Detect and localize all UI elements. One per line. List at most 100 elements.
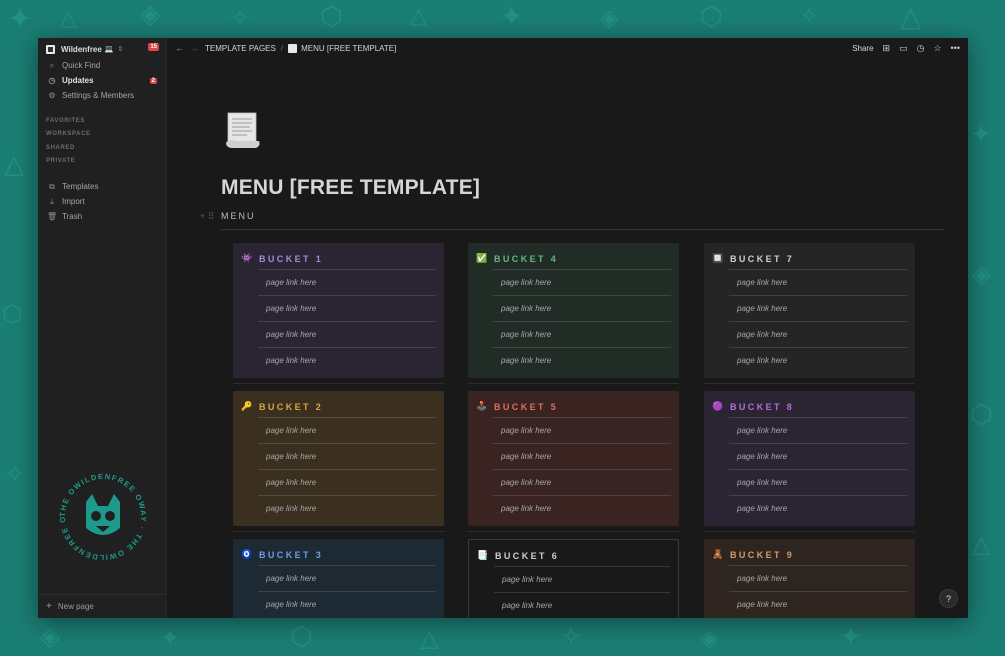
bucket-emoji-icon[interactable]: 👾	[241, 253, 253, 265]
bucket-card[interactable]: 🧿 BUCKET 3 page link here page link here	[233, 539, 444, 618]
updates-badge: 2	[149, 77, 157, 84]
page-link[interactable]: page link here	[493, 347, 671, 373]
bucket-title[interactable]: BUCKET 7	[730, 254, 794, 264]
bucket-title[interactable]: BUCKET 2	[259, 402, 323, 412]
bucket-emoji-icon[interactable]: 🧸	[712, 549, 724, 561]
sidebar-item-settings[interactable]: ⚙ Settings & Members	[38, 88, 166, 103]
plus-icon: +	[46, 601, 52, 612]
section-shared[interactable]: SHARED	[46, 145, 75, 151]
bucket-header: 🧿 BUCKET 3	[241, 547, 436, 562]
section-workspace[interactable]: WORKSPACE	[46, 131, 91, 137]
page-link[interactable]: page link here	[729, 443, 907, 469]
page-link[interactable]: page link here	[729, 417, 907, 443]
new-page-button[interactable]: + New page	[38, 594, 166, 618]
breadcrumb-current[interactable]: MENU [FREE TEMPLATE]	[301, 44, 396, 53]
page-link[interactable]: page link here	[258, 495, 436, 521]
more-icon[interactable]: •••	[951, 43, 960, 53]
sidebar-item-import[interactable]: ⤓ Import	[38, 194, 166, 209]
page-link[interactable]: page link here	[729, 565, 907, 591]
sidebar-item-label: Import	[62, 197, 85, 206]
back-arrow-icon[interactable]: ←	[175, 43, 184, 53]
bucket-card[interactable]: 🟣 BUCKET 8 page link here page link here pag…	[704, 391, 915, 526]
page-link[interactable]: page link here	[493, 321, 671, 347]
bucket-card[interactable]: 🧸 BUCKET 9 page link here page link here	[704, 539, 915, 618]
scroll-page-icon[interactable]	[223, 110, 263, 150]
page-link[interactable]: page link here	[258, 417, 436, 443]
workspace-switcher[interactable]: Wildenfree 💻 ⇕	[38, 39, 166, 59]
bucket-emoji-icon[interactable]: ✅	[476, 253, 488, 265]
page-link[interactable]: page link here	[258, 295, 436, 321]
page-link[interactable]: page link here	[493, 269, 671, 295]
section-private[interactable]: PRIVATE	[46, 158, 75, 164]
page-link[interactable]: page link here	[729, 469, 907, 495]
bucket-title[interactable]: BUCKET 3	[259, 550, 323, 560]
bucket-header: 🔲 BUCKET 7	[712, 251, 907, 266]
row-divider	[468, 531, 679, 532]
bucket-card[interactable]: ✅ BUCKET 4 page link here page link here pag…	[468, 243, 679, 378]
section-favorites[interactable]: FAVORITES	[46, 118, 85, 124]
page-link[interactable]: page link here	[258, 591, 436, 617]
sidebar-item-templates[interactable]: ⧉ Templates	[38, 179, 166, 194]
page-title[interactable]: MENU [FREE TEMPLATE]	[221, 176, 480, 200]
page-link[interactable]: page link here	[258, 565, 436, 591]
page-link[interactable]: page link here	[258, 469, 436, 495]
page-link[interactable]: page link here	[493, 495, 671, 521]
page-link[interactable]: page link here	[493, 295, 671, 321]
bucket-card[interactable]: 🕹️ BUCKET 5 page link here page link here pa…	[468, 391, 679, 526]
page-link[interactable]: page link here	[493, 469, 671, 495]
laptop-icon: 💻	[104, 46, 114, 53]
page-link[interactable]: page link here	[494, 592, 670, 618]
page-link[interactable]: page link here	[493, 417, 671, 443]
sidebar-item-updates[interactable]: ◷ Updates 2	[38, 73, 166, 88]
page-link[interactable]: page link here	[493, 443, 671, 469]
page-link[interactable]: page link here	[729, 347, 907, 373]
bucket-links: page link here page link here page link he…	[258, 269, 436, 373]
bucket-title[interactable]: BUCKET 1	[259, 254, 323, 264]
bucket-card[interactable]: 🔑 BUCKET 2 page link here page link here pag…	[233, 391, 444, 526]
bucket-title[interactable]: BUCKET 8	[730, 402, 794, 412]
page-link[interactable]: page link here	[258, 347, 436, 373]
bucket-links: page link here page link here page link he…	[729, 269, 907, 373]
sidebar-item-trash[interactable]: 🗑 Trash	[38, 209, 166, 224]
share-button[interactable]: Share	[852, 44, 873, 53]
drag-handle-icon[interactable]: + ⠿	[200, 211, 214, 222]
bucket-emoji-icon[interactable]: 📑	[477, 550, 489, 562]
bucket-links: page link here page link here	[729, 565, 907, 617]
notification-badge[interactable]: 15	[148, 43, 159, 51]
history-icon[interactable]: ◷	[917, 43, 925, 54]
comment-icon[interactable]: ▭	[899, 43, 908, 54]
breadcrumb-separator: /	[280, 43, 284, 53]
sidebar-item-label: Quick Find	[62, 61, 101, 70]
page-link[interactable]: page link here	[729, 295, 907, 321]
page-link[interactable]: page link here	[258, 321, 436, 347]
help-button[interactable]: ?	[939, 589, 958, 608]
breadcrumb-parent[interactable]: TEMPLATE PAGES	[205, 44, 276, 53]
page-link[interactable]: page link here	[258, 443, 436, 469]
bucket-links: page link here page link here	[258, 565, 436, 617]
bucket-emoji-icon[interactable]: 🟣	[712, 401, 724, 413]
bucket-card[interactable]: 🔲 BUCKET 7 page link here page link here pag…	[704, 243, 915, 378]
page-link[interactable]: page link here	[729, 495, 907, 521]
bucket-title[interactable]: BUCKET 9	[730, 550, 794, 560]
bucket-title[interactable]: BUCKET 4	[494, 254, 558, 264]
bucket-title[interactable]: BUCKET 6	[495, 551, 559, 561]
sidebar-nav: ⌕ Quick Find ◷ Updates 2 ⚙ Settings & Me…	[38, 58, 166, 103]
page-link[interactable]: page link here	[729, 591, 907, 617]
sidebar-item-quick-find[interactable]: ⌕ Quick Find	[38, 58, 166, 73]
page-link[interactable]: page link here	[258, 269, 436, 295]
page-link[interactable]: page link here	[729, 269, 907, 295]
bucket-card[interactable]: 👾 BUCKET 1 page link here page link here pag…	[233, 243, 444, 378]
star-icon[interactable]: ☆	[933, 43, 941, 54]
bucket-emoji-icon[interactable]: 🧿	[241, 549, 253, 561]
bucket-emoji-icon[interactable]: 🔑	[241, 401, 253, 413]
page-link[interactable]: page link here	[494, 566, 670, 592]
section-heading[interactable]: MENU	[221, 211, 256, 221]
row-divider	[704, 531, 915, 532]
page-link[interactable]: page link here	[729, 321, 907, 347]
forward-arrow-icon[interactable]: →	[190, 43, 199, 53]
grid-icon[interactable]: ⊞	[883, 43, 891, 54]
bucket-card[interactable]: 📑 BUCKET 6 page link here page link here	[468, 539, 679, 618]
bucket-emoji-icon[interactable]: 🕹️	[476, 401, 488, 413]
bucket-title[interactable]: BUCKET 5	[494, 402, 558, 412]
bucket-emoji-icon[interactable]: 🔲	[712, 253, 724, 265]
